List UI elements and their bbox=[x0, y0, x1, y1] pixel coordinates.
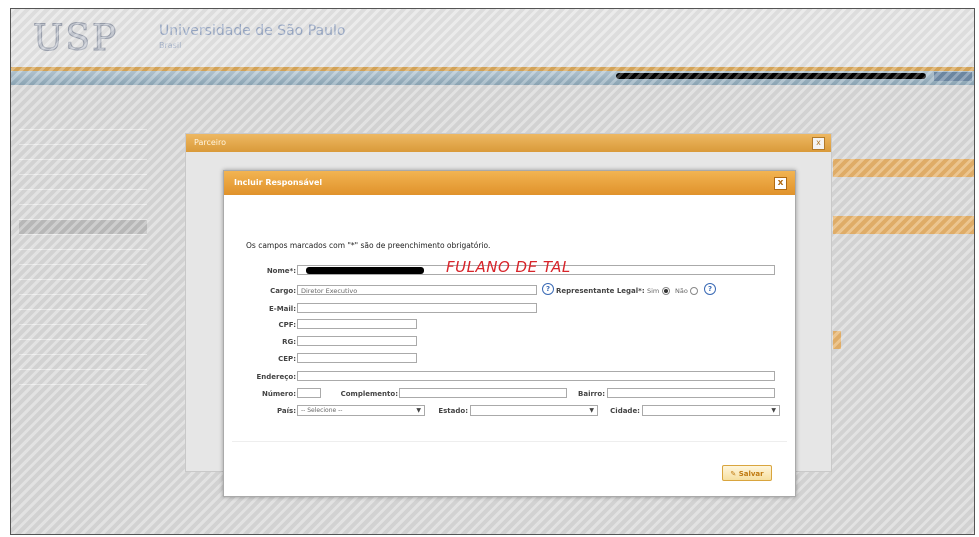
outer-close-button[interactable]: x bbox=[812, 137, 825, 150]
top-bar-link[interactable] bbox=[934, 72, 972, 81]
sidebar-item[interactable] bbox=[19, 280, 147, 295]
estado-select[interactable]: ▼ bbox=[470, 405, 598, 416]
sidebar-item[interactable] bbox=[19, 325, 147, 340]
page-header: USP Universidade de São Paulo Brasil bbox=[11, 9, 974, 69]
estado-label: Estado: bbox=[438, 407, 468, 415]
incluir-responsavel-dialog: Incluir Responsável x Os campos marcados… bbox=[223, 170, 796, 497]
sidebar-item[interactable] bbox=[19, 370, 147, 385]
dialog-title: Incluir Responsável bbox=[224, 171, 795, 195]
cpf-input[interactable] bbox=[297, 319, 417, 329]
nome-label: Nome*: bbox=[266, 267, 296, 275]
complemento-input[interactable] bbox=[399, 388, 567, 398]
save-icon: ✎ bbox=[730, 470, 739, 478]
sidebar-item-active[interactable] bbox=[19, 220, 147, 235]
rg-input[interactable] bbox=[297, 336, 417, 346]
redacted-user-info bbox=[616, 73, 926, 79]
pais-label: País: bbox=[276, 407, 296, 415]
chevron-down-icon: ▼ bbox=[771, 407, 776, 414]
breadcrumb bbox=[19, 101, 249, 110]
background-panel-header bbox=[833, 216, 974, 234]
sidebar-item[interactable] bbox=[19, 355, 147, 370]
background-panel-header bbox=[833, 159, 974, 177]
cidade-select[interactable]: ▼ bbox=[642, 405, 780, 416]
pais-selected-value: -- Selecione -- bbox=[301, 407, 343, 414]
numero-label: Número: bbox=[262, 390, 296, 398]
outer-dialog-title: Parceiro bbox=[186, 134, 831, 152]
save-button-label: Salvar bbox=[738, 470, 764, 478]
bairro-input[interactable] bbox=[607, 388, 775, 398]
representante-legal-label: Representante Legal*: bbox=[556, 287, 645, 295]
sidebar-item[interactable] bbox=[19, 130, 147, 145]
representante-sim-radio[interactable] bbox=[662, 287, 670, 295]
sidebar-item[interactable] bbox=[19, 160, 147, 175]
sidebar-item[interactable] bbox=[19, 145, 147, 160]
endereco-input[interactable] bbox=[297, 371, 775, 381]
cidade-label: Cidade: bbox=[610, 407, 640, 415]
sidebar-item[interactable] bbox=[19, 175, 147, 190]
cep-input[interactable] bbox=[297, 353, 417, 363]
cargo-input[interactable]: Diretor Executivo bbox=[297, 285, 537, 295]
university-name: Universidade de São Paulo bbox=[159, 23, 346, 39]
sidebar-item[interactable] bbox=[19, 235, 147, 250]
nao-label: Não bbox=[675, 287, 688, 295]
rg-label: RG: bbox=[282, 338, 296, 346]
university-subtitle: Brasil bbox=[159, 41, 182, 50]
dialog-close-button[interactable]: x bbox=[774, 177, 787, 190]
complemento-label: Complemento: bbox=[340, 390, 398, 398]
sidebar-menu bbox=[19, 115, 147, 385]
sidebar-item[interactable] bbox=[19, 265, 147, 280]
chevron-down-icon: ▼ bbox=[589, 407, 594, 414]
sidebar-item[interactable] bbox=[19, 190, 147, 205]
handwritten-name-annotation: FULANO DE TAL bbox=[446, 258, 571, 276]
sidebar-item[interactable] bbox=[19, 205, 147, 220]
numero-input[interactable] bbox=[297, 388, 321, 398]
help-icon[interactable]: ? bbox=[542, 283, 554, 295]
sim-label: Sim bbox=[647, 287, 660, 295]
required-fields-note: Os campos marcados com "*" são de preenc… bbox=[246, 241, 491, 250]
endereco-label: Endereço: bbox=[256, 373, 296, 381]
dialog-footer-divider bbox=[232, 441, 787, 442]
help-icon[interactable]: ? bbox=[704, 283, 716, 295]
redacted-name bbox=[306, 267, 424, 274]
bairro-label: Bairro: bbox=[578, 390, 605, 398]
representante-nao-radio[interactable] bbox=[690, 287, 698, 295]
cpf-label: CPF: bbox=[278, 321, 296, 329]
sidebar-item[interactable] bbox=[19, 115, 147, 130]
cargo-label: Cargo: bbox=[270, 287, 296, 295]
pais-select[interactable]: -- Selecione -- ▼ bbox=[297, 405, 425, 416]
email-label: E-Mail: bbox=[269, 305, 296, 313]
cep-label: CEP: bbox=[278, 355, 296, 363]
sidebar-item[interactable] bbox=[19, 340, 147, 355]
sidebar-item[interactable] bbox=[19, 295, 147, 310]
email-input[interactable] bbox=[297, 303, 537, 313]
chevron-down-icon: ▼ bbox=[416, 407, 421, 414]
save-button[interactable]: ✎ Salvar bbox=[722, 465, 772, 481]
usp-logo: USP bbox=[33, 18, 119, 59]
sidebar-item[interactable] bbox=[19, 250, 147, 265]
sidebar-item[interactable] bbox=[19, 310, 147, 325]
background-panel-header bbox=[833, 331, 841, 349]
